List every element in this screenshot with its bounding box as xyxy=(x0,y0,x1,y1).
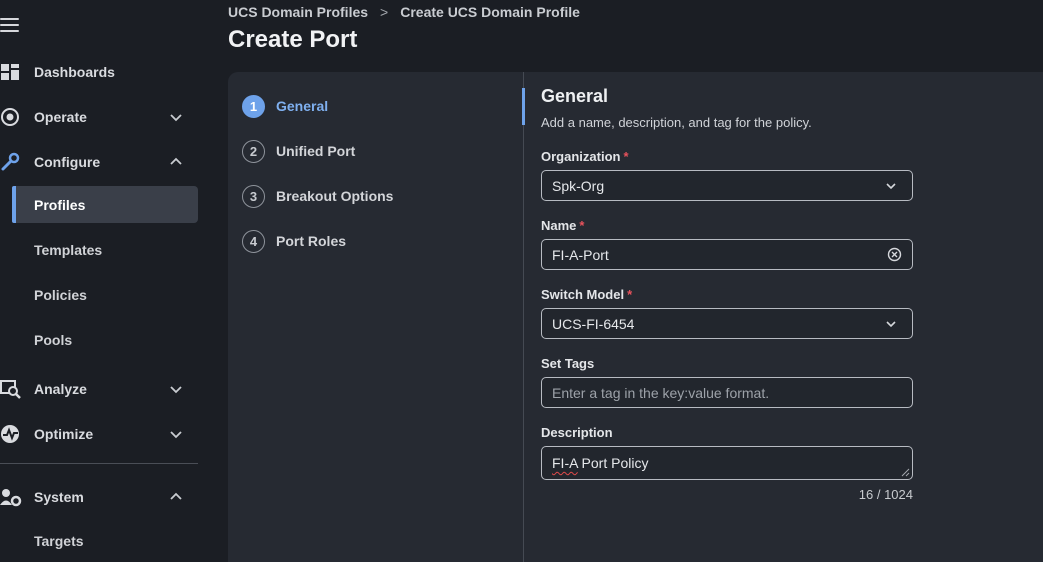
sidebar-item-label: Dashboards xyxy=(34,64,115,80)
description-label: Description xyxy=(541,425,613,440)
name-value: FI-A-Port xyxy=(552,246,609,263)
step-number: 4 xyxy=(242,229,265,253)
sidebar-item-optimize[interactable]: Optimize xyxy=(0,416,198,452)
sidebar-item-templates[interactable]: Templates xyxy=(12,231,198,268)
step-label: Breakout Options xyxy=(276,188,394,204)
step-general[interactable]: 1 General xyxy=(242,93,328,119)
sidebar-item-label: Analyze xyxy=(34,381,87,397)
organization-select[interactable]: Spk-Org xyxy=(541,170,913,201)
organization-label: Organization * xyxy=(541,149,629,164)
sidebar-item-profiles[interactable]: Profiles xyxy=(12,186,198,223)
optimize-icon xyxy=(1,425,19,443)
active-section-indicator xyxy=(522,88,525,125)
chevron-down-icon xyxy=(170,386,182,394)
step-number: 2 xyxy=(242,139,265,163)
analyze-icon xyxy=(0,380,21,399)
wrench-icon xyxy=(1,152,20,171)
chevron-down-icon xyxy=(170,114,182,122)
sidebar-item-targets[interactable]: Targets xyxy=(12,522,198,559)
dashboard-icon xyxy=(1,64,19,80)
sidebar-item-label: Configure xyxy=(34,154,101,170)
step-label: Unified Port xyxy=(276,143,356,159)
sidebar-item-pools[interactable]: Pools xyxy=(12,321,198,358)
sidebar-item-label: Policies xyxy=(34,286,87,303)
chevron-up-icon xyxy=(170,492,182,500)
set-tags-label: Set Tags xyxy=(541,356,595,371)
breadcrumb-link-ucs-domain-profiles[interactable]: UCS Domain Profiles xyxy=(228,4,368,20)
sidebar: Dashboards Operate Configure Profiles Te… xyxy=(0,0,210,562)
chevron-up-icon xyxy=(170,157,182,165)
switch-model-select[interactable]: UCS-FI-6454 xyxy=(541,308,913,339)
sidebar-item-label: Targets xyxy=(34,532,84,549)
chevron-down-icon xyxy=(886,183,896,190)
sidebar-item-label: Pools xyxy=(34,331,73,348)
breadcrumb-separator: > xyxy=(380,4,389,20)
tags-input[interactable]: Enter a tag in the key:value format. xyxy=(541,377,913,408)
sidebar-item-system[interactable]: System xyxy=(0,479,198,515)
character-counter: 16 / 1024 xyxy=(858,487,913,502)
sidebar-item-policies[interactable]: Policies xyxy=(12,276,198,313)
wizard-panel: 1 General 2 Unified Port 3 Breakout Opti… xyxy=(228,72,1043,562)
sidebar-item-label: Optimize xyxy=(34,426,94,442)
name-input[interactable]: FI-A-Port xyxy=(541,239,913,270)
required-asterisk: * xyxy=(627,287,633,302)
description-value: FI-A Port Policy xyxy=(552,455,649,471)
chevron-down-icon xyxy=(170,431,182,439)
name-label: Name * xyxy=(541,218,585,233)
required-asterisk: * xyxy=(623,149,629,164)
hamburger-menu-icon[interactable] xyxy=(0,17,20,33)
resize-handle-icon[interactable] xyxy=(900,467,910,477)
step-port-roles[interactable]: 4 Port Roles xyxy=(242,228,346,254)
system-settings-icon xyxy=(0,489,22,507)
step-number: 3 xyxy=(242,184,265,208)
clear-icon[interactable] xyxy=(887,247,902,262)
step-label: Port Roles xyxy=(276,233,347,249)
wizard-stepper: 1 General 2 Unified Port 3 Breakout Opti… xyxy=(228,72,524,562)
sidebar-item-label: Templates xyxy=(34,241,103,258)
organization-value: Spk-Org xyxy=(552,177,605,194)
required-asterisk: * xyxy=(579,218,585,233)
breadcrumb: UCS Domain Profiles > Create UCS Domain … xyxy=(228,4,580,20)
chevron-down-icon xyxy=(886,321,896,328)
switch-model-value: UCS-FI-6454 xyxy=(552,315,635,332)
page-title: Create Port xyxy=(228,26,358,53)
tags-placeholder: Enter a tag in the key:value format. xyxy=(552,384,770,401)
sidebar-item-analyze[interactable]: Analyze xyxy=(0,371,198,407)
section-title: General xyxy=(541,86,609,106)
sidebar-item-label: Profiles xyxy=(34,196,86,213)
operate-icon xyxy=(1,108,19,126)
sidebar-item-label: System xyxy=(34,489,84,505)
step-number: 1 xyxy=(242,94,265,118)
sidebar-item-dashboards[interactable]: Dashboards xyxy=(0,54,198,90)
step-unified-port[interactable]: 2 Unified Port xyxy=(242,138,355,164)
step-breakout-options[interactable]: 3 Breakout Options xyxy=(242,183,393,209)
breadcrumb-link-create-ucs-domain-profile[interactable]: Create UCS Domain Profile xyxy=(400,4,580,20)
description-textarea[interactable]: FI-A Port Policy xyxy=(541,446,913,480)
section-description: Add a name, description, and tag for the… xyxy=(541,115,812,130)
sidebar-divider xyxy=(0,463,198,464)
sidebar-item-configure[interactable]: Configure xyxy=(0,144,198,180)
step-label: General xyxy=(276,98,329,114)
sidebar-item-label: Operate xyxy=(34,109,87,125)
switch-model-label: Switch Model * xyxy=(541,287,633,302)
sidebar-item-operate[interactable]: Operate xyxy=(0,99,198,135)
